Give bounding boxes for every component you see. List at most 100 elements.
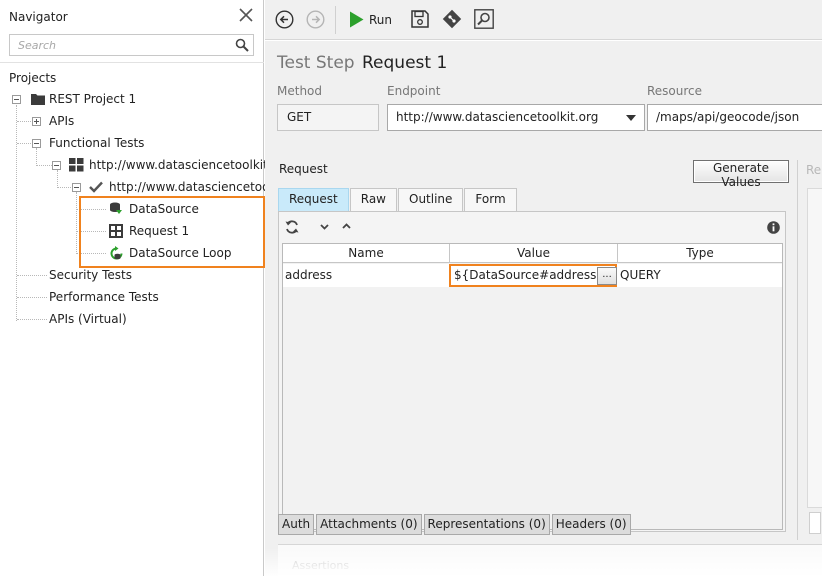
param-type-cell[interactable]: QUERY bbox=[618, 264, 782, 287]
magnifier-icon bbox=[474, 9, 494, 29]
endpoint-dropdown[interactable]: http://www.datasciencetoolkit.org bbox=[387, 104, 645, 131]
tree-item-functional-tests[interactable]: Functional Tests bbox=[49, 134, 144, 152]
tab-request[interactable]: Request bbox=[278, 188, 349, 211]
param-value-cell[interactable]: ${DataSource#address} ... bbox=[449, 264, 617, 287]
tab-outline[interactable]: Outline bbox=[398, 188, 464, 211]
tab-headers[interactable]: Headers (0) bbox=[551, 514, 631, 535]
tree-line bbox=[17, 275, 47, 276]
collapse-toggle[interactable] bbox=[52, 161, 61, 170]
back-arrow-icon bbox=[275, 10, 294, 29]
param-name-cell[interactable]: address bbox=[283, 264, 449, 287]
search-input[interactable] bbox=[10, 35, 225, 55]
info-icon[interactable] bbox=[767, 221, 780, 234]
tab-raw[interactable]: Raw bbox=[349, 188, 397, 211]
tab-form[interactable]: Form bbox=[464, 188, 517, 211]
tree-line bbox=[57, 187, 73, 188]
method-field[interactable]: GET bbox=[277, 104, 379, 131]
test-suite-icon bbox=[69, 158, 84, 172]
generate-values-button[interactable]: Generate Values bbox=[693, 160, 789, 189]
divider bbox=[0, 62, 264, 63]
tree-label: Performance Tests bbox=[49, 290, 159, 304]
tree-label: Functional Tests bbox=[49, 136, 145, 150]
navigator-title: Navigator bbox=[9, 10, 68, 24]
checkmark-icon bbox=[89, 181, 103, 193]
save-icon bbox=[411, 10, 429, 28]
tab-representations[interactable]: Representations (0) bbox=[423, 514, 550, 535]
tree-item-virtual-apis[interactable]: APIs (Virtual) bbox=[49, 310, 127, 328]
navigator-panel: Navigator Projects REST Project 1 APIs bbox=[0, 0, 272, 576]
method-label: Method bbox=[277, 84, 323, 98]
tree-item-apis[interactable]: APIs bbox=[49, 112, 74, 130]
params-table: Name Value Type address ${DataSource#add… bbox=[282, 243, 783, 530]
tree-line bbox=[16, 105, 17, 321]
table-header: Name Value Type bbox=[283, 244, 782, 263]
request-section-label: Request bbox=[279, 162, 328, 176]
save-button[interactable] bbox=[411, 10, 429, 28]
editor-panel: Test Step Request 1 Method Endpoint Reso… bbox=[265, 41, 822, 576]
tree-label: http://www.datasciencetoolkit. bbox=[89, 158, 272, 172]
params-toolbar bbox=[279, 212, 785, 242]
diamond-icon bbox=[442, 9, 462, 29]
chevron-up-icon[interactable] bbox=[342, 223, 351, 229]
resource-label: Resource bbox=[647, 84, 703, 98]
folder-icon bbox=[31, 94, 45, 105]
forward-button[interactable] bbox=[306, 10, 325, 29]
collapse-toggle[interactable] bbox=[32, 139, 41, 148]
step-name: Request 1 bbox=[362, 53, 448, 73]
git-button[interactable] bbox=[442, 9, 462, 29]
tab-auth[interactable]: Auth bbox=[278, 514, 315, 535]
tree-label: APIs bbox=[49, 114, 75, 128]
right-panel-content bbox=[807, 188, 822, 508]
tree-label: APIs (Virtual) bbox=[49, 312, 127, 326]
assertions-label[interactable]: Assertions bbox=[292, 559, 349, 572]
ellipsis-button[interactable]: ... bbox=[597, 267, 617, 285]
highlight-box bbox=[79, 196, 265, 268]
refresh-icon[interactable] bbox=[285, 220, 299, 234]
close-icon[interactable] bbox=[238, 7, 254, 23]
tree-label: Security Tests bbox=[49, 268, 132, 282]
resource-field[interactable]: /maps/api/geocode/json bbox=[647, 104, 822, 131]
tree-item-test-suite[interactable]: http://www.datasciencetoolkit. bbox=[69, 156, 272, 174]
tree-item-performance-tests[interactable]: Performance Tests bbox=[49, 288, 159, 306]
column-header-value: Value bbox=[450, 244, 618, 263]
bottom-tabs: Auth Attachments (0) Representations (0)… bbox=[278, 514, 633, 536]
table-row[interactable]: address ${DataSource#address} ... QUERY bbox=[283, 264, 782, 287]
collapse-toggle[interactable] bbox=[72, 183, 81, 192]
run-button[interactable]: Run bbox=[349, 10, 392, 29]
back-button[interactable] bbox=[275, 10, 294, 29]
request-tabs: Request Raw Outline Form bbox=[278, 188, 518, 211]
tree-item-test-case[interactable]: http://www.datasciencetoo bbox=[89, 178, 270, 196]
endpoint-value: http://www.datasciencetoolkit.org bbox=[396, 110, 599, 124]
tree-line bbox=[17, 297, 47, 298]
toolbar: Run bbox=[265, 0, 822, 40]
toolbar-divider bbox=[335, 6, 336, 34]
expand-toggle[interactable] bbox=[32, 117, 41, 126]
param-value: ${DataSource#address} bbox=[454, 268, 604, 282]
step-type-label: Test Step bbox=[277, 53, 355, 73]
scrollbar[interactable] bbox=[809, 512, 821, 534]
tree-line bbox=[57, 170, 58, 188]
request-params-panel: Name Value Type address ${DataSource#add… bbox=[278, 211, 786, 532]
run-label: Run bbox=[369, 12, 393, 27]
tree-label: http://www.datasciencetoo bbox=[109, 180, 270, 194]
collapse-toggle[interactable] bbox=[12, 95, 21, 104]
assertions-panel: Assertions bbox=[278, 544, 822, 576]
inspect-button[interactable] bbox=[474, 9, 494, 29]
tree-line bbox=[17, 319, 47, 320]
column-header-name: Name bbox=[283, 244, 450, 263]
projects-label: Projects bbox=[9, 71, 57, 85]
endpoint-label: Endpoint bbox=[387, 84, 441, 98]
column-header-type: Type bbox=[686, 246, 714, 260]
chevron-down-icon[interactable] bbox=[320, 224, 329, 230]
right-panel: Re bbox=[797, 160, 822, 540]
tree-label: REST Project 1 bbox=[49, 92, 137, 106]
tree-line bbox=[36, 148, 37, 166]
tree-item-security-tests[interactable]: Security Tests bbox=[49, 266, 132, 284]
tree-line bbox=[76, 192, 77, 254]
navigator-search bbox=[9, 34, 254, 56]
forward-arrow-icon bbox=[306, 10, 325, 29]
tree-item-project[interactable]: REST Project 1 bbox=[31, 90, 136, 108]
tab-attachments[interactable]: Attachments (0) bbox=[316, 514, 422, 535]
chevron-down-icon bbox=[626, 115, 636, 121]
search-icon[interactable] bbox=[235, 38, 249, 52]
